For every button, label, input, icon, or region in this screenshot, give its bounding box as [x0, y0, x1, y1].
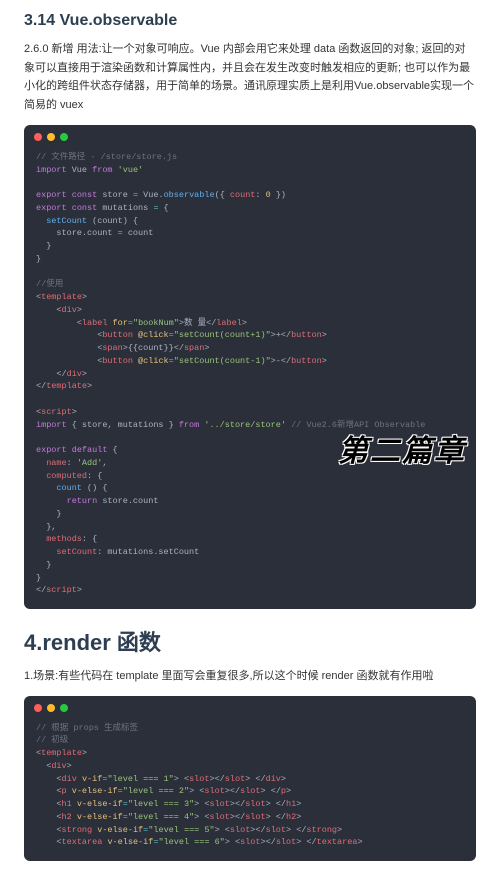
- section-paragraph-render: 1.场景:有些代码在 template 里面写会重复很多,所以这个时候 rend…: [24, 667, 476, 686]
- code-block-observable: // 文件路径 - /store/store.js import Vue fro…: [24, 125, 476, 609]
- close-icon: [34, 133, 42, 141]
- window-controls: [24, 125, 476, 145]
- code-block-render: // 根据 props 生成标签 // 初级 <template> <div> …: [24, 696, 476, 862]
- maximize-icon: [60, 704, 68, 712]
- section-heading-render: 4.render 函数: [24, 625, 476, 657]
- window-controls: [24, 696, 476, 716]
- maximize-icon: [60, 133, 68, 141]
- overlay-chapter-label: 第二篇章: [338, 426, 466, 470]
- section-paragraph-observable: 2.6.0 新增 用法:让一个对象可响应。Vue 内部会用它来处理 data 函…: [24, 40, 476, 115]
- section-heading-observable: 3.14 Vue.observable: [24, 12, 476, 30]
- minimize-icon: [47, 704, 55, 712]
- code-content-2: // 根据 props 生成标签 // 初级 <template> <div> …: [24, 716, 476, 862]
- close-icon: [34, 704, 42, 712]
- minimize-icon: [47, 133, 55, 141]
- code-content-1: // 文件路径 - /store/store.js import Vue fro…: [24, 145, 476, 609]
